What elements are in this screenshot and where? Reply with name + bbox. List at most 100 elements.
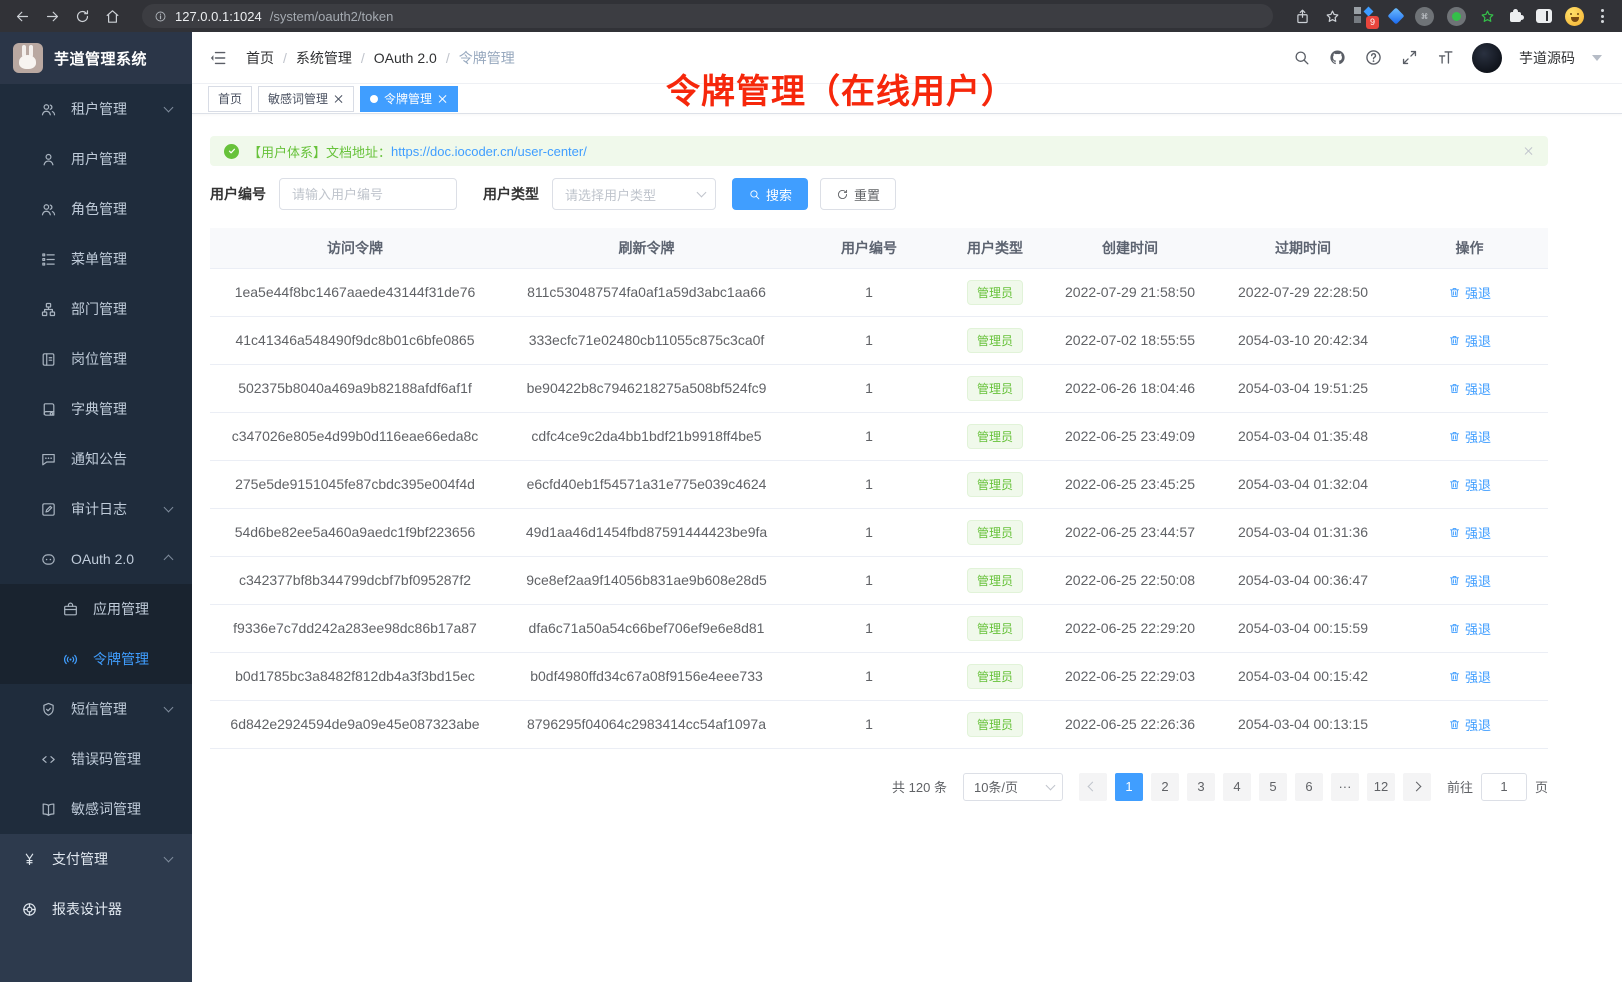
refresh-token-cell: 811c530487574fa0af1a59d3abc1aa66: [500, 268, 793, 316]
sidebar-item[interactable]: 字典管理: [0, 384, 192, 434]
recorder-extension-icon[interactable]: [1447, 7, 1466, 26]
sidebar-item-label: 令牌管理: [93, 649, 149, 669]
next-page-button[interactable]: [1403, 773, 1431, 801]
force-logout-button[interactable]: 强退: [1448, 475, 1491, 494]
green-star-extension-icon[interactable]: [1479, 8, 1496, 25]
page-button[interactable]: 2: [1151, 773, 1179, 801]
trash-icon: [1448, 478, 1461, 491]
site-info-icon[interactable]: [154, 10, 167, 23]
force-logout-button[interactable]: 强退: [1448, 571, 1491, 590]
post-icon: [40, 351, 57, 368]
breadcrumb-item[interactable]: 系统管理 /: [296, 48, 374, 68]
column-header: 创建时间: [1045, 228, 1215, 268]
breadcrumb-item[interactable]: OAuth 2.0 /: [374, 50, 459, 66]
address-bar[interactable]: 127.0.0.1:1024/system/oauth2/token: [142, 4, 1273, 28]
sidebar-item-label: 用户管理: [71, 149, 127, 169]
fullscreen-icon[interactable]: [1400, 48, 1419, 67]
sidebar-item[interactable]: 通知公告: [0, 434, 192, 484]
puzzle-extension-icon[interactable]: [1509, 9, 1523, 23]
tab-tag[interactable]: 敏感词管理: [258, 86, 354, 112]
tab-tag[interactable]: 令牌管理: [360, 86, 458, 112]
browser-forward-icon[interactable]: [44, 8, 61, 25]
doc-link[interactable]: https://doc.iocoder.cn/user-center/: [391, 144, 587, 159]
expire-time-cell: 2054-03-04 00:36:47: [1215, 556, 1391, 604]
table-row: 41c41346a548490f9dc8b01c6bfe0865 333ecfc…: [210, 316, 1548, 364]
sidebar-toggle-icon[interactable]: [208, 48, 228, 68]
sidebar-item[interactable]: 支付管理: [0, 834, 192, 884]
github-icon[interactable]: [1328, 48, 1347, 67]
column-header: 过期时间: [1215, 228, 1391, 268]
help-icon[interactable]: [1364, 48, 1383, 67]
force-logout-button[interactable]: 强退: [1448, 379, 1491, 398]
breadcrumb-item[interactable]: 首页 /: [246, 48, 296, 68]
font-size-icon[interactable]: [1436, 48, 1455, 67]
sidebar-item-label: 应用管理: [93, 599, 149, 619]
reset-button[interactable]: 重置: [820, 178, 896, 210]
sidebar-item[interactable]: 令牌管理: [0, 634, 192, 684]
page-size-select[interactable]: 10条/页: [963, 773, 1063, 801]
sidebar-item[interactable]: 错误码管理: [0, 734, 192, 784]
sidebar-item-label: 审计日志: [71, 499, 127, 519]
extensions-cluster-icon[interactable]: 9: [1354, 6, 1377, 27]
sidebar-item[interactable]: 审计日志: [0, 484, 192, 534]
tab-tag[interactable]: 首页: [208, 86, 252, 112]
sidebar-item[interactable]: 菜单管理: [0, 234, 192, 284]
user-id-cell: 1: [793, 412, 945, 460]
force-logout-button[interactable]: 强退: [1448, 427, 1491, 446]
table-row: 275e5de9151045fe87cbdc395e004f4d e6cfd40…: [210, 460, 1548, 508]
alert-close-icon[interactable]: [1524, 146, 1534, 156]
search-button[interactable]: 搜索: [732, 178, 808, 210]
app-logo[interactable]: 芋道管理系统: [0, 32, 192, 84]
page-button[interactable]: 5: [1259, 773, 1287, 801]
browser-back-icon[interactable]: [14, 8, 31, 25]
expire-time-cell: 2054-03-04 01:32:04: [1215, 460, 1391, 508]
sidebar-item[interactable]: OAuth 2.0: [0, 534, 192, 584]
force-logout-button[interactable]: 强退: [1448, 667, 1491, 686]
force-logout-button[interactable]: 强退: [1448, 331, 1491, 350]
user-id-input[interactable]: [279, 178, 457, 210]
force-logout-button[interactable]: 强退: [1448, 715, 1491, 734]
table-row: b0d1785bc3a8482f812db4a3f3bd15ec b0df498…: [210, 652, 1548, 700]
gem-extension-icon[interactable]: [1388, 8, 1405, 25]
trash-icon: [1448, 286, 1461, 299]
bookmark-star-icon[interactable]: [1324, 8, 1341, 25]
share-icon[interactable]: [1294, 8, 1311, 25]
sidebar-item[interactable]: 短信管理: [0, 684, 192, 734]
force-logout-button[interactable]: 强退: [1448, 283, 1491, 302]
side-panel-icon[interactable]: [1536, 9, 1552, 23]
sidebar-item[interactable]: 部门管理: [0, 284, 192, 334]
created-time-cell: 2022-06-25 23:45:25: [1045, 460, 1215, 508]
breadcrumb-item[interactable]: 令牌管理: [459, 48, 515, 68]
page-button[interactable]: 3: [1187, 773, 1215, 801]
column-header: 操作: [1391, 228, 1548, 268]
page-button[interactable]: ···: [1331, 773, 1359, 801]
sidebar-item[interactable]: 报表设计器: [0, 884, 192, 934]
goto-label: 前往: [1447, 777, 1473, 796]
emoji-extension-icon[interactable]: [1565, 7, 1584, 26]
force-logout-button[interactable]: 强退: [1448, 619, 1491, 638]
sidebar-item[interactable]: 用户管理: [0, 134, 192, 184]
username[interactable]: 芋道源码: [1519, 48, 1575, 68]
sidebar-item[interactable]: 敏感词管理: [0, 784, 192, 834]
tag-close-icon[interactable]: [438, 94, 448, 104]
force-logout-button[interactable]: 强退: [1448, 523, 1491, 542]
user-type-select[interactable]: 请选择用户类型: [552, 178, 716, 210]
page-button[interactable]: 4: [1223, 773, 1251, 801]
goto-page-input[interactable]: [1481, 773, 1527, 801]
prev-page-button[interactable]: [1079, 773, 1107, 801]
sidebar-item[interactable]: 岗位管理: [0, 334, 192, 384]
page-button[interactable]: 12: [1367, 773, 1395, 801]
browser-menu-icon[interactable]: [1597, 7, 1608, 25]
sidebar-item[interactable]: 应用管理: [0, 584, 192, 634]
page-button[interactable]: 1: [1115, 773, 1143, 801]
tag-close-icon[interactable]: [334, 94, 344, 104]
user-menu-caret-icon[interactable]: [1592, 55, 1602, 61]
sidebar-item[interactable]: 租户管理: [0, 84, 192, 134]
sidebar-item[interactable]: 角色管理: [0, 184, 192, 234]
page-button[interactable]: 6: [1295, 773, 1323, 801]
browser-reload-icon[interactable]: [74, 8, 91, 25]
user-avatar[interactable]: [1472, 43, 1502, 73]
header-search-icon[interactable]: [1292, 48, 1311, 67]
command-extension-icon[interactable]: ⌘: [1415, 7, 1434, 26]
browser-home-icon[interactable]: [104, 8, 121, 25]
